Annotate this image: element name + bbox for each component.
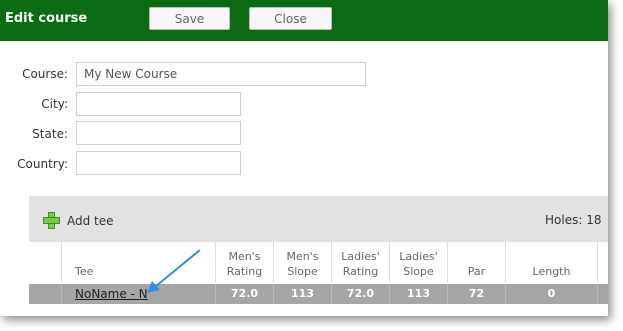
holes-count: Holes: 18 [545, 213, 602, 227]
tees-section: Add tee Holes: 18 Tee Men's Rating Men's… [29, 196, 608, 316]
mens-rating-cell: 72.0 [216, 284, 274, 304]
column-header-par: Par [448, 242, 506, 282]
column-header-length: Length [506, 242, 598, 282]
title-bar: Edit course Save Close [0, 0, 608, 41]
country-input[interactable] [76, 151, 241, 175]
ladies-slope-cell: 113 [390, 284, 448, 304]
tees-table: Tee Men's Rating Men's Slope Ladies' Rat… [29, 242, 608, 316]
ladies-rating-cell: 72.0 [332, 284, 390, 304]
table-header-blank [29, 242, 62, 282]
city-input[interactable] [76, 92, 241, 116]
dialog-title: Edit course [5, 11, 88, 26]
close-button[interactable]: Close [249, 7, 332, 30]
course-input[interactable]: My New Course [76, 62, 366, 86]
tee-name-link[interactable]: NoName - N [75, 284, 148, 304]
mens-slope-cell: 113 [274, 284, 332, 304]
city-label: City: [41, 97, 68, 111]
add-tee-label: Add tee [67, 213, 114, 228]
plus-icon [42, 211, 61, 230]
column-header-ladies-slope: Ladies' Slope [390, 242, 448, 282]
save-button[interactable]: Save [149, 7, 230, 30]
column-header-mens-slope: Men's Slope [274, 242, 332, 282]
par-cell: 72 [448, 284, 506, 304]
column-header-ladies-rating: Ladies' Rating [332, 242, 390, 282]
country-label: Country: [17, 157, 68, 171]
column-header-tee: Tee [62, 242, 216, 282]
edit-course-dialog: Edit course Save Close Course: My New Co… [0, 0, 608, 316]
length-cell: 0 [506, 284, 598, 304]
state-input[interactable] [76, 121, 241, 145]
course-label: Course: [22, 67, 68, 81]
row-selector [29, 284, 62, 304]
column-header-mens-rating: Men's Rating [216, 242, 274, 282]
state-label: State: [32, 127, 68, 141]
add-tee-button[interactable]: Add tee [42, 211, 114, 230]
table-row[interactable]: NoName - N 72.0 113 72.0 113 72 0 [29, 284, 608, 304]
